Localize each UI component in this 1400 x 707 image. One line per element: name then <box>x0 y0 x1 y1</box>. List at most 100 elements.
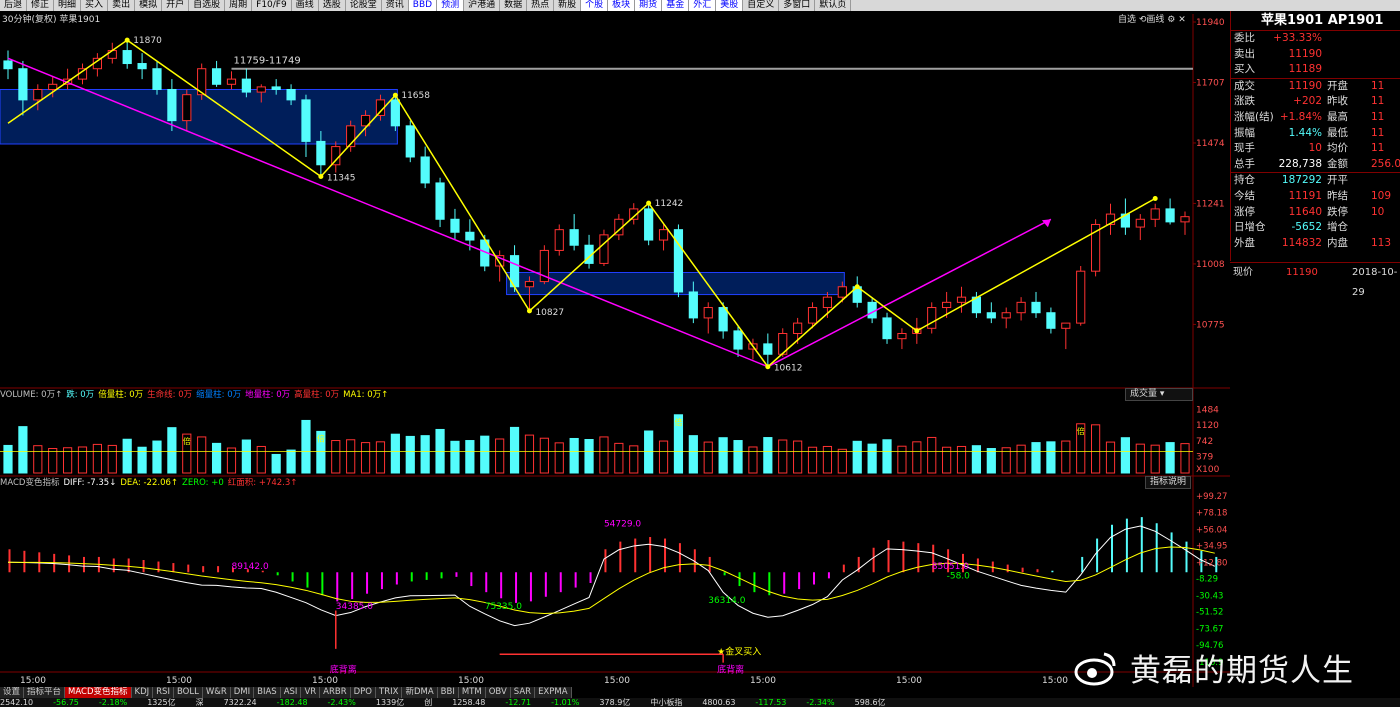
status-value: -2.34% <box>806 698 835 707</box>
volume-bar <box>971 445 982 474</box>
volume-header-item: 缩量柱: 0万 <box>196 390 242 400</box>
quote-row: 涨幅(结) +1.84% 最高 11 <box>1231 110 1400 126</box>
quote-label: 成交 <box>1234 79 1255 92</box>
volume-bar <box>1135 443 1145 474</box>
status-value: 378.9亿 <box>599 698 631 707</box>
macd-axis-label: -73.67 <box>1196 625 1223 635</box>
indicator-tab[interactable]: KDJ <box>131 687 154 698</box>
indicator-tab[interactable]: DMI <box>230 687 255 698</box>
indicator-tab[interactable]: SAR <box>510 687 536 698</box>
volume-bar <box>778 439 788 474</box>
quote-value: 113 <box>1371 236 1392 249</box>
volume-bar <box>524 434 535 474</box>
volume-bar <box>927 436 937 474</box>
volume-bar <box>256 445 266 474</box>
indicator-tab[interactable]: DPO <box>350 687 377 698</box>
volume-bar <box>167 427 177 474</box>
volume-bar <box>882 439 892 474</box>
volume-bar <box>137 446 147 474</box>
volume-axis-label: 1484 <box>1196 405 1219 415</box>
mini-chart-header: 现价 11190 2018-10-29 <box>1230 262 1400 298</box>
quote-label: 最低 <box>1327 126 1348 139</box>
quote-label: 买入 <box>1234 63 1255 76</box>
volume-bar <box>152 440 162 474</box>
quote-value: 109 <box>1371 189 1392 202</box>
status-value: -56.75 <box>53 698 79 707</box>
volume-bar <box>644 430 654 474</box>
quote-label: 涨幅(结) <box>1234 110 1274 123</box>
macd-header: MACD变色指标 DIFF: -7.35↓ DEA: -22.06↑ ZERO: +0… <box>0 476 301 488</box>
chart-tools[interactable]: 自选 ⟲画线 ⚙ ✕ <box>1118 12 1186 25</box>
quote-value: -5652 <box>1291 221 1322 234</box>
candle-body <box>703 307 713 319</box>
indicator-tab[interactable]: EXPMA <box>535 687 572 698</box>
quote-row: 涨停 11640 跌停 10 <box>1231 205 1400 221</box>
indicator-help-button[interactable]: 指标说明 <box>1145 476 1192 489</box>
price-axis-label: 11940 <box>1196 18 1225 28</box>
indicator-tab[interactable]: 指标平台 <box>24 687 66 698</box>
indicator-tab[interactable]: BOLL <box>173 687 203 698</box>
candle-body <box>658 229 669 241</box>
candle-body <box>226 78 237 85</box>
time-axis-label: 15:00 <box>1042 676 1068 686</box>
quote-label: 增仓 <box>1327 221 1348 234</box>
volume-dropdown[interactable]: 成交量 ▾ <box>1125 388 1193 401</box>
volume-bar <box>1165 442 1175 474</box>
volume-header: VOLUME: 0万↑ 跌: 0万 倍量柱: 0万 生命线: 0万 缩量柱: 0万 地量柱… <box>0 388 392 400</box>
candle-body <box>1001 312 1011 319</box>
volume-bar <box>271 453 281 474</box>
indicator-tab[interactable]: ASI <box>280 687 302 698</box>
volume-bar <box>897 445 907 474</box>
indicator-tab[interactable]: 设置 <box>0 687 25 698</box>
volume-bar <box>33 445 43 474</box>
quote-row: 日增仓 -5652 增仓 <box>1231 220 1400 236</box>
volume-bar <box>375 441 386 474</box>
candle-body <box>33 88 43 101</box>
quote-value: 114832 <box>1281 236 1322 249</box>
status-value: -2.18% <box>98 698 128 707</box>
candle-body <box>316 140 326 166</box>
quote-row: 涨跌 +202 昨收 11 <box>1231 94 1400 110</box>
indicator-tab[interactable]: MACD变色指标 <box>65 687 132 698</box>
candle-body <box>554 229 564 251</box>
indicator-tab[interactable]: BBI <box>437 687 459 698</box>
macd-axis-label: +78.18 <box>1196 508 1227 518</box>
indicator-tab[interactable]: BIAS <box>254 687 281 698</box>
indicator-tab[interactable]: ARBR <box>320 687 351 698</box>
volume-bar <box>390 433 400 474</box>
zigzag-pivot <box>646 200 652 206</box>
zigzag-pivot <box>854 284 860 290</box>
volume-bar <box>614 442 624 474</box>
indicator-tab[interactable]: OBV <box>485 687 511 698</box>
quote-trade-rows: 成交 11190 开盘 11 涨跌 +202 昨收 11 涨幅(结) +1.84% 最高 11 振幅 1.… <box>1231 77 1400 173</box>
zigzag-pivot <box>124 37 130 43</box>
indicator-tab[interactable]: MTM <box>458 687 486 698</box>
quote-label: 持仓 <box>1234 174 1255 187</box>
quote-label: 总手 <box>1234 157 1255 170</box>
indicator-tabs: 设置 指标平台 MACD变色指标 KDJ RSI BOLL W&R DMI BIAS ASI VR A… <box>0 687 1230 698</box>
quote-value: 11 <box>1371 142 1385 155</box>
volume-bar <box>986 448 996 474</box>
price-axis-label: 10775 <box>1196 320 1225 330</box>
candle-body <box>897 332 907 340</box>
candle-body <box>718 307 728 332</box>
indicator-tab[interactable]: VR <box>301 687 321 698</box>
candle-body <box>927 307 937 329</box>
status-value: 7322.24 <box>223 698 257 707</box>
volume-axis-label: 742 <box>1196 437 1213 447</box>
indicator-tab[interactable]: W&R <box>202 687 231 698</box>
status-value: 深 <box>195 698 204 707</box>
volume-header-item: 高量柱: 0万 <box>294 390 340 400</box>
macd-header-item: ZERO: +0 <box>182 478 224 488</box>
quote-label: 昨收 <box>1327 95 1348 108</box>
indicator-tab[interactable]: TRIX <box>376 687 403 698</box>
volume-bar-label: 倍 <box>1077 426 1085 436</box>
status-value: 1339亿 <box>375 698 405 707</box>
indicator-tab[interactable]: 新DMA <box>402 687 438 698</box>
time-axis-label: 15:00 <box>312 676 338 686</box>
indicator-tab[interactable]: RSI <box>153 687 174 698</box>
quote-value: 187292 <box>1281 174 1322 187</box>
volume-bar <box>1180 443 1190 474</box>
quote-label: 均价 <box>1327 142 1348 155</box>
price-axis: 11940 11707 11474 11241 11008 10775 <box>1193 18 1225 330</box>
